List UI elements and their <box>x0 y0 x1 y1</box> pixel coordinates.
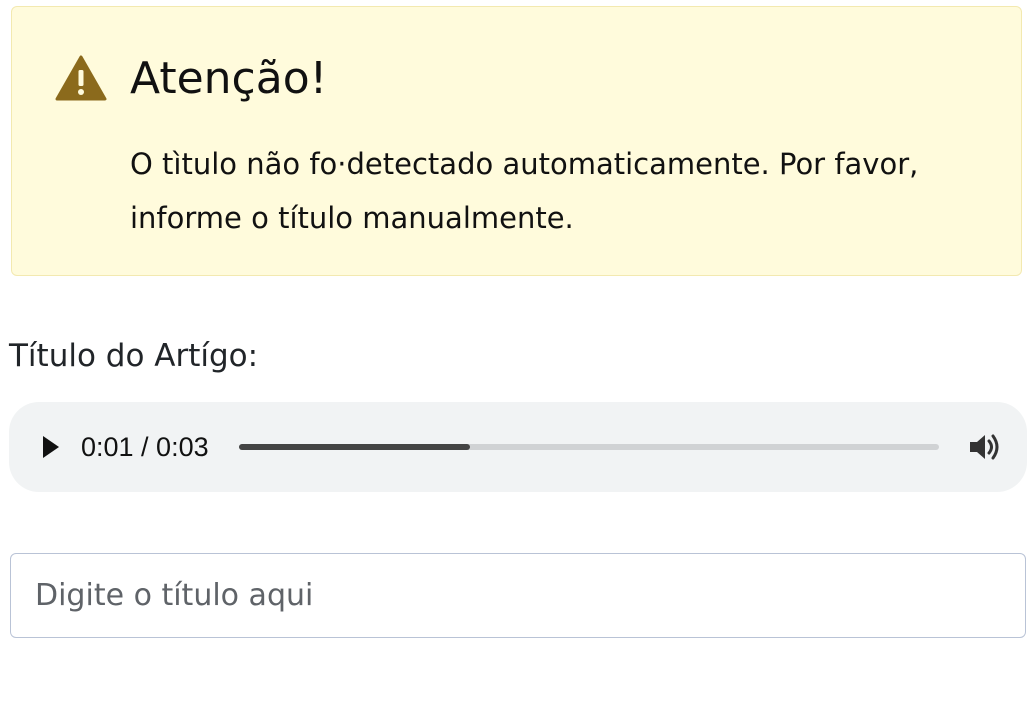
audio-progress-fill <box>239 444 470 450</box>
alert-title: Atenção! <box>130 53 328 104</box>
alert-message: O tìtulo não fo·detectado automaticament… <box>130 147 919 235</box>
audio-player[interactable]: 0:01 / 0:03 <box>9 402 1027 492</box>
article-title-label: Título do Artígo: <box>9 338 259 374</box>
audio-time-display: 0:01 / 0:03 <box>81 432 209 462</box>
article-title-input[interactable] <box>10 553 1026 638</box>
warning-triangle-icon <box>55 55 107 101</box>
play-icon[interactable] <box>37 432 63 462</box>
volume-icon[interactable] <box>967 430 1003 464</box>
warning-alert: Atenção! O tìtulo não fo·detectado autom… <box>11 6 1022 276</box>
audio-progress-bar[interactable] <box>239 444 939 450</box>
